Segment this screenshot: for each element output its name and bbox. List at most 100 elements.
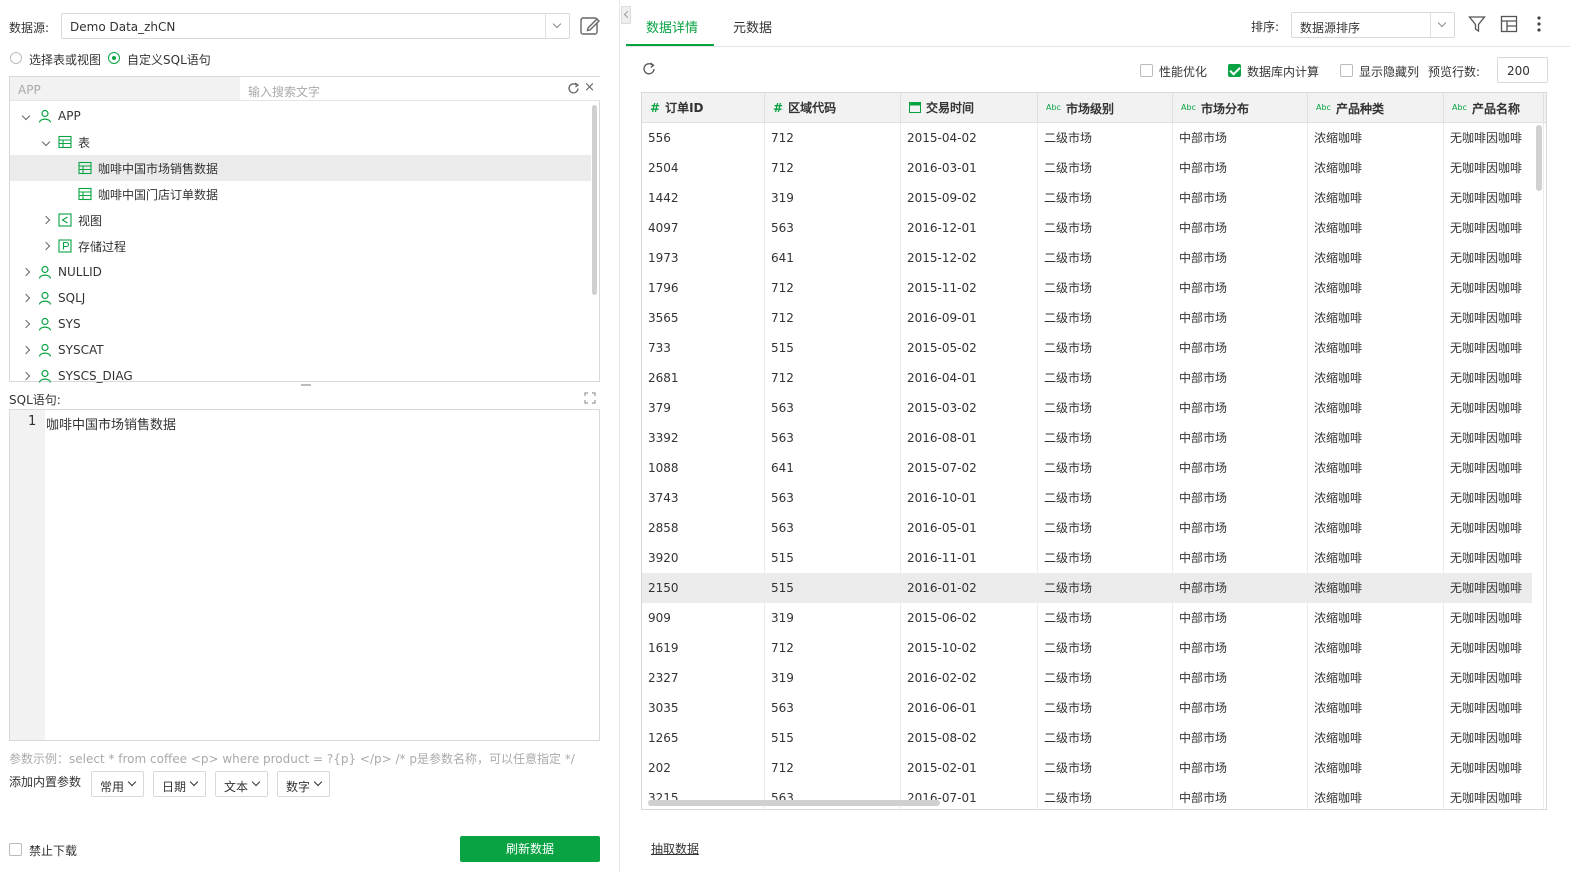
table-row[interactable]: 2504 712 2016-03-01 二级市场 中部市场 浓缩咖啡 无咖啡因咖啡 (642, 153, 1544, 183)
table-cell: 515 (765, 333, 901, 363)
chevron-right-icon[interactable] (20, 293, 32, 303)
tree-node[interactable]: 存储过程 (10, 233, 591, 259)
tree-node[interactable]: SQLJ (10, 285, 591, 311)
table-row[interactable]: 2681 712 2016-04-01 二级市场 中部市场 浓缩咖啡 无咖啡因咖啡 (642, 363, 1544, 393)
table-row[interactable]: 2150 515 2016-01-02 二级市场 中部市场 浓缩咖啡 无咖啡因咖啡 (642, 573, 1544, 603)
sql-text[interactable]: 咖啡中国市场销售数据 (46, 414, 176, 433)
table-row[interactable]: 379 563 2015-03-02 二级市场 中部市场 浓缩咖啡 无咖啡因咖啡 (642, 393, 1544, 423)
chevron-down-icon[interactable] (545, 14, 569, 38)
table-cell: 浓缩咖啡 (1308, 273, 1444, 303)
dropdown-date[interactable]: 日期 (153, 771, 206, 797)
refresh-icon[interactable] (567, 82, 580, 98)
chevron-right-icon[interactable] (20, 267, 32, 277)
disable-download-checkbox[interactable] (9, 843, 22, 856)
table-row[interactable]: 1973 641 2015-12-02 二级市场 中部市场 浓缩咖啡 无咖啡因咖啡 (642, 243, 1544, 273)
filter-icon[interactable] (1468, 15, 1486, 36)
table-cell: 中部市场 (1173, 363, 1308, 393)
tree-node[interactable]: NULLID (10, 259, 591, 285)
db-calc-label: 数据库内计算 (1247, 65, 1320, 79)
chevron-right-icon[interactable] (20, 345, 32, 355)
param-hint: 参数示例：select * from coffee <p> where prod… (9, 752, 575, 766)
tab-metadata[interactable]: 元数据 (733, 17, 772, 36)
column-header[interactable]: Abc 产品名称 (1444, 93, 1544, 123)
table-row[interactable]: 1265 515 2015-08-02 二级市场 中部市场 浓缩咖啡 无咖啡因咖啡 (642, 723, 1544, 753)
table-row[interactable]: 4097 563 2016-12-01 二级市场 中部市场 浓缩咖啡 无咖啡因咖啡 (642, 213, 1544, 243)
db-calc-checkbox[interactable] (1228, 64, 1241, 77)
dropdown-number[interactable]: 数字 (277, 771, 330, 797)
table-cell: 1088 (642, 453, 765, 483)
chevron-down-icon[interactable] (40, 137, 52, 147)
more-vertical-icon[interactable] (1535, 15, 1543, 36)
table-row[interactable]: 2327 319 2016-02-02 二级市场 中部市场 浓缩咖啡 无咖啡因咖啡 (642, 663, 1544, 693)
close-icon[interactable]: × (584, 80, 595, 95)
table-cell: 563 (765, 513, 901, 543)
table-row[interactable]: 1619 712 2015-10-02 二级市场 中部市场 浓缩咖啡 无咖啡因咖啡 (642, 633, 1544, 663)
column-header[interactable]: # 区域代码 (765, 93, 901, 123)
column-header[interactable]: Abc 产品种类 (1308, 93, 1444, 123)
table-row[interactable]: 3920 515 2016-11-01 二级市场 中部市场 浓缩咖啡 无咖啡因咖啡 (642, 543, 1544, 573)
tree-node[interactable]: SYS (10, 311, 591, 337)
schema-filter[interactable]: APP (18, 83, 41, 97)
tree-node[interactable]: SYSCAT (10, 337, 591, 363)
radio-select-table[interactable] (10, 52, 22, 64)
table-row[interactable]: 3035 563 2016-06-01 二级市场 中部市场 浓缩咖啡 无咖啡因咖啡 (642, 693, 1544, 723)
table-cell: 二级市场 (1038, 723, 1173, 753)
tab-data-detail[interactable]: 数据详情 (646, 17, 698, 36)
edit-icon[interactable] (579, 15, 601, 37)
chevron-right-icon[interactable] (20, 319, 32, 329)
preview-rows-input[interactable]: 200 (1497, 57, 1548, 83)
tree-node[interactable]: 视图 (10, 207, 591, 233)
dropdown-common[interactable]: 常用 (91, 771, 144, 797)
tree-node[interactable]: 咖啡中国门店订单数据 (10, 181, 591, 207)
column-header[interactable]: Abc 市场级别 (1038, 93, 1173, 123)
table-row[interactable]: 3392 563 2016-08-01 二级市场 中部市场 浓缩咖啡 无咖啡因咖啡 (642, 423, 1544, 453)
table-cell: 2504 (642, 153, 765, 183)
datasource-select[interactable]: Demo Data_zhCN (61, 13, 570, 39)
tree-node[interactable]: 表 (10, 129, 591, 155)
reload-icon[interactable] (642, 62, 656, 79)
resize-handle[interactable] (301, 384, 311, 386)
table-cell: 二级市场 (1038, 183, 1173, 213)
refresh-data-button[interactable]: 刷新数据 (460, 836, 600, 862)
chevron-down-icon[interactable] (1430, 13, 1454, 37)
table-row[interactable]: 3565 712 2016-09-01 二级市场 中部市场 浓缩咖啡 无咖啡因咖啡 (642, 303, 1544, 333)
chevron-right-icon[interactable] (40, 215, 52, 225)
expand-icon[interactable] (584, 392, 596, 407)
chevron-down-icon[interactable] (20, 111, 32, 121)
table-row[interactable]: 1088 641 2015-07-02 二级市场 中部市场 浓缩咖啡 无咖啡因咖啡 (642, 453, 1544, 483)
perf-checkbox[interactable] (1140, 64, 1153, 77)
column-header-label: 交易时间 (926, 101, 975, 115)
table-row[interactable]: 1796 712 2015-11-02 二级市场 中部市场 浓缩咖啡 无咖啡因咖啡 (642, 273, 1544, 303)
column-header[interactable]: 交易时间 (901, 93, 1038, 123)
table-cell: 浓缩咖啡 (1308, 453, 1444, 483)
tree-node[interactable]: APP (10, 103, 591, 129)
table-cell: 浓缩咖啡 (1308, 753, 1444, 783)
show-hidden-checkbox[interactable] (1340, 64, 1353, 77)
column-header[interactable]: # 订单ID (642, 93, 765, 123)
table-row[interactable]: 2858 563 2016-05-01 二级市场 中部市场 浓缩咖啡 无咖啡因咖啡 (642, 513, 1544, 543)
extract-data-link[interactable]: 抽取数据 (651, 840, 699, 857)
chevron-right-icon[interactable] (20, 371, 32, 381)
column-header[interactable]: Abc 市场分布 (1173, 93, 1308, 123)
grid-horizontal-scrollbar[interactable] (648, 800, 940, 806)
table-row[interactable]: 733 515 2015-05-02 二级市场 中部市场 浓缩咖啡 无咖啡因咖啡 (642, 333, 1544, 363)
collapse-handle[interactable] (621, 6, 632, 24)
dropdown-text[interactable]: 文本 (215, 771, 268, 797)
table-row[interactable]: 3743 563 2016-10-01 二级市场 中部市场 浓缩咖啡 无咖啡因咖啡 (642, 483, 1544, 513)
grid-vertical-scrollbar[interactable] (1536, 125, 1542, 191)
column-layout-icon[interactable] (1500, 15, 1518, 36)
tree-node[interactable]: 咖啡中国市场销售数据 (10, 155, 591, 181)
tree-scrollbar[interactable] (592, 105, 597, 295)
table-row[interactable]: 909 319 2015-06-02 二级市场 中部市场 浓缩咖啡 无咖啡因咖啡 (642, 603, 1544, 633)
table-cell: 无咖啡因咖啡 (1444, 633, 1544, 663)
table-row[interactable]: 1442 319 2015-09-02 二级市场 中部市场 浓缩咖啡 无咖啡因咖啡 (642, 183, 1544, 213)
table-cell: 641 (765, 243, 901, 273)
sql-editor[interactable]: 1 咖啡中国市场销售数据 (9, 409, 600, 741)
table-row[interactable]: 556 712 2015-04-02 二级市场 中部市场 浓缩咖啡 无咖啡因咖啡 (642, 123, 1544, 153)
chevron-right-icon[interactable] (40, 241, 52, 251)
radio-custom-sql[interactable] (108, 52, 120, 64)
tree-search-input[interactable]: 输入搜索文字 × (240, 77, 600, 100)
table-icon (78, 161, 92, 175)
table-row[interactable]: 202 712 2015-02-01 二级市场 中部市场 浓缩咖啡 无咖啡因咖啡 (642, 753, 1544, 783)
sort-select[interactable]: 数据源排序 (1291, 12, 1455, 38)
